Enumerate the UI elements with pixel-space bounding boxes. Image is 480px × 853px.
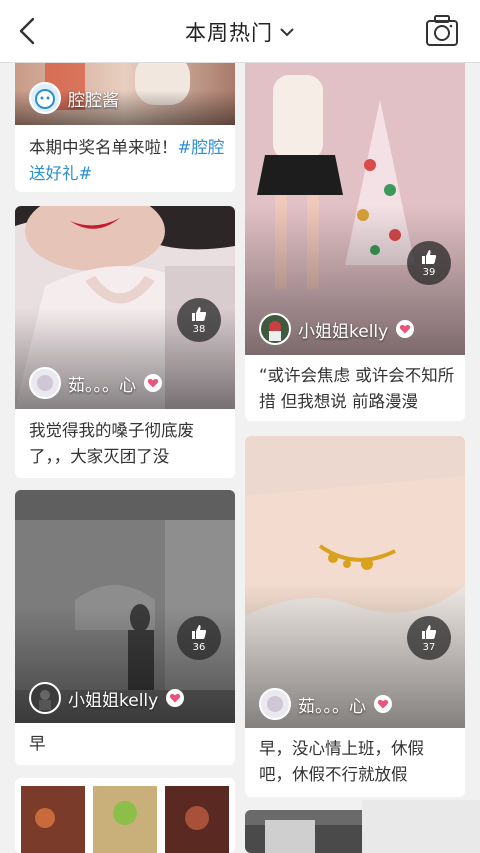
camera-button[interactable] <box>424 13 460 49</box>
heart-badge-icon <box>374 695 392 713</box>
chevron-down-icon <box>279 26 295 38</box>
avatar <box>259 688 291 720</box>
post-author[interactable]: 茹。。。心 <box>29 366 162 400</box>
post-caption: 我觉得我的嗓子彻底废了，，大家灭团了没 <box>29 421 194 466</box>
heart-badge-icon <box>396 320 415 338</box>
avatar <box>29 82 61 114</box>
like-button[interactable]: 37 <box>407 616 451 660</box>
post-caption: 本期中奖名单来啦！#腔腔送好礼# <box>29 138 225 183</box>
avatar <box>29 367 61 399</box>
heart-badge-icon <box>166 689 185 707</box>
thumbs-up-icon <box>192 625 207 639</box>
post-card[interactable]: 37 茹。。。心 早，没心情上班，休假吧，休假不行就放假 <box>245 436 465 797</box>
top-bar: 本周热门 <box>0 0 480 63</box>
heart-badge-icon <box>144 374 162 392</box>
username: 茹。。。心 <box>68 375 136 396</box>
post-caption: 早，没心情上班，休假吧，休假不行就放假 <box>259 739 424 784</box>
username: 小姐姐kelly <box>298 321 389 342</box>
post-photo <box>15 778 235 853</box>
post-card[interactable] <box>15 778 235 853</box>
avatar <box>259 313 291 345</box>
username: 腔腔酱 <box>68 90 119 111</box>
username: 茹。。。心 <box>298 696 366 717</box>
thumbs-up-icon <box>422 250 437 264</box>
avatar <box>29 682 61 714</box>
post-caption: “或许会焦虑 或许会不知所措 但我想说 前路漫漫 <box>259 366 455 411</box>
post-photo <box>245 436 465 728</box>
page-title: 本周热门 <box>185 20 273 45</box>
post-card[interactable]: 腔腔酱 本期中奖名单来啦！#腔腔送好礼# <box>15 55 235 192</box>
title-dropdown[interactable]: 本周热门 <box>0 0 480 63</box>
like-button[interactable]: 39 <box>407 241 451 285</box>
like-button[interactable]: 38 <box>177 298 221 342</box>
post-author[interactable]: 小姐姐kelly <box>29 681 185 715</box>
post-author[interactable]: 小姐姐kelly <box>259 312 415 346</box>
post-card[interactable]: 39 小姐姐kelly “或许会焦虑 或许会不知所措 但我想说 前路漫漫 <box>245 55 465 421</box>
thumbs-up-icon <box>192 307 207 321</box>
like-button[interactable]: 36 <box>177 616 221 660</box>
camera-icon <box>426 15 458 46</box>
username: 小姐姐kelly <box>68 690 159 711</box>
post-author[interactable]: 茹。。。心 <box>259 687 392 721</box>
post-card[interactable]: 36 小姐姐kelly 早 <box>15 490 235 765</box>
floating-overlay <box>362 800 480 853</box>
post-card[interactable]: 38 茹。。。心 我觉得我的嗓子彻底废了，，大家灭团了没 <box>15 206 235 478</box>
thumbs-up-icon <box>422 625 437 639</box>
post-photo <box>245 55 465 355</box>
post-author[interactable]: 腔腔酱 <box>29 81 119 115</box>
post-caption: 早 <box>29 734 46 753</box>
